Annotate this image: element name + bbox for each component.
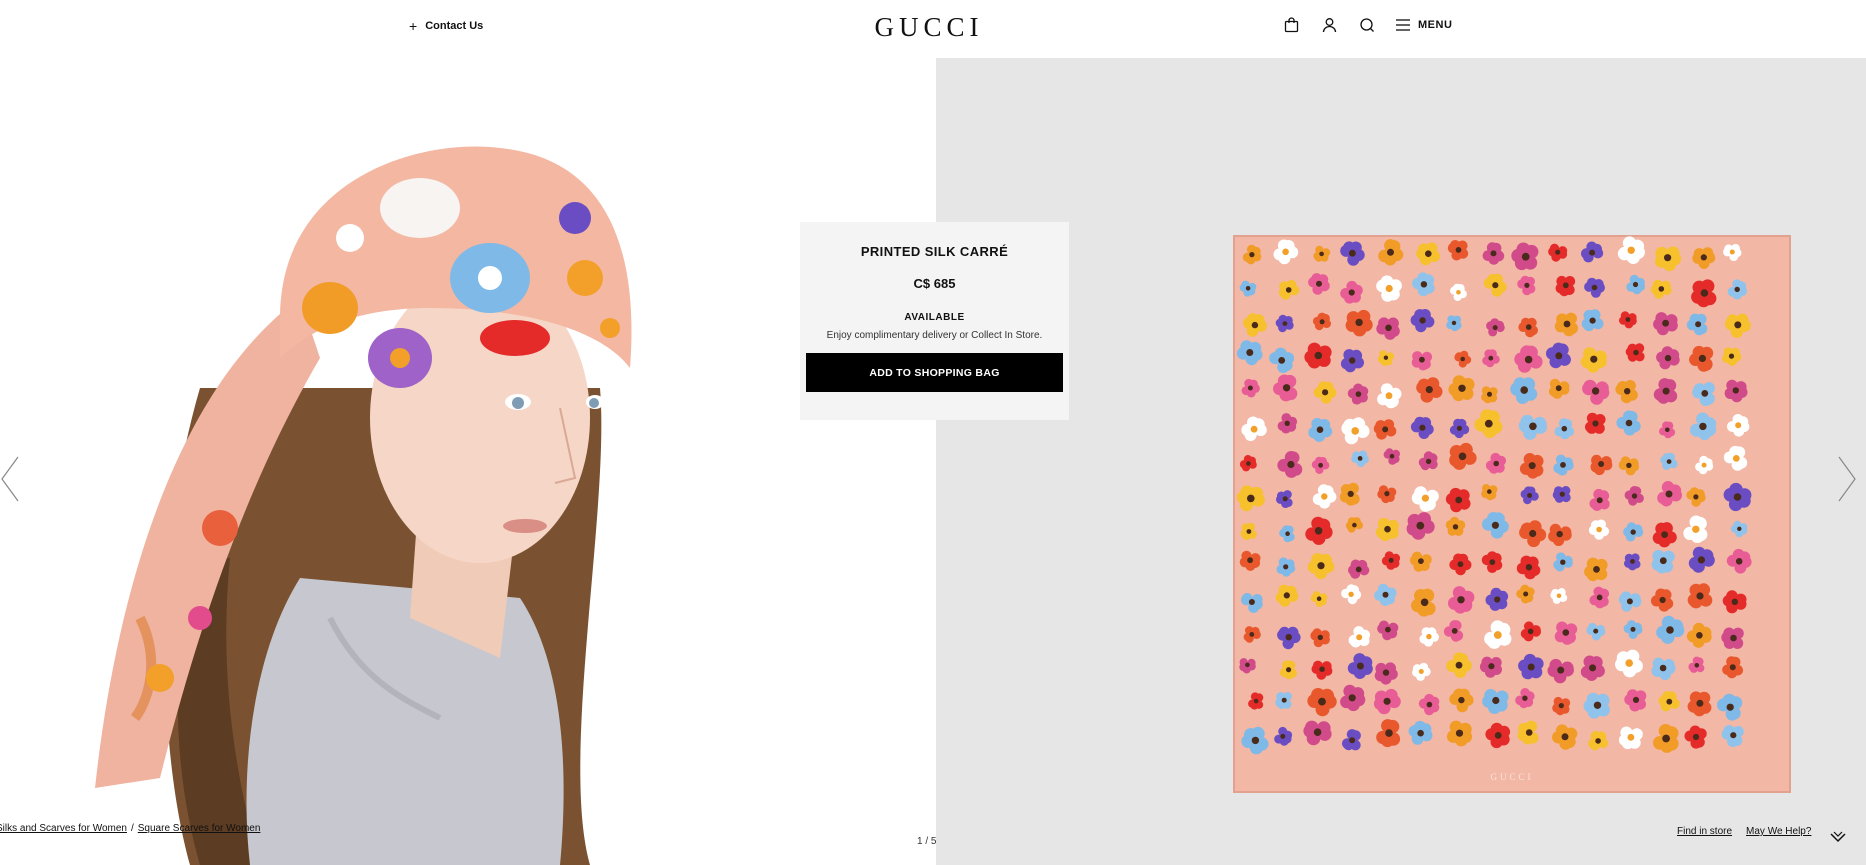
previous-image-button[interactable] xyxy=(0,455,20,503)
footer-links: Find in store May We Help? xyxy=(1677,826,1811,837)
shopping-bag-icon[interactable] xyxy=(1282,16,1300,34)
scarf-gucci-logo: GUCCI xyxy=(1490,772,1533,782)
add-to-bag-button[interactable]: ADD TO SHOPPING BAG xyxy=(806,353,1063,392)
find-in-store-link[interactable]: Find in store xyxy=(1677,826,1732,837)
menu-button[interactable]: MENU xyxy=(1396,19,1452,31)
breadcrumb-separator: / xyxy=(130,823,134,834)
scarf-product-image: GUCCI xyxy=(936,58,1866,865)
scroll-down-button[interactable] xyxy=(1829,829,1847,845)
breadcrumb: Silks and Scarves for Women / Square Sca… xyxy=(0,823,260,834)
header-nav: MENU xyxy=(1282,16,1452,34)
model-product-image xyxy=(0,58,936,865)
breadcrumb-item-silks-scarves[interactable]: Silks and Scarves for Women xyxy=(0,823,127,834)
plus-icon: + xyxy=(409,18,418,34)
contact-us-link[interactable]: + Contact Us xyxy=(409,18,484,34)
delivery-note: Enjoy complimentary delivery or Collect … xyxy=(826,330,1043,341)
gucci-logo[interactable]: GUCCI xyxy=(868,12,990,43)
breadcrumb-item-square-scarves[interactable]: Square Scarves for Women xyxy=(138,823,261,834)
product-price: C$ 685 xyxy=(913,276,956,291)
account-icon[interactable] xyxy=(1320,16,1338,34)
menu-label: MENU xyxy=(1418,19,1453,31)
hamburger-icon xyxy=(1396,19,1410,31)
chevron-left-icon xyxy=(1,456,19,502)
search-icon[interactable] xyxy=(1358,16,1376,34)
contact-us-label: Contact Us xyxy=(425,20,484,32)
chevron-down-icon xyxy=(1830,831,1846,843)
help-link[interactable]: May We Help? xyxy=(1746,826,1811,837)
image-counter: 1 / 5 xyxy=(917,836,937,847)
site-header: + Contact Us GUCCI MENU xyxy=(0,0,1866,58)
chevron-right-icon xyxy=(1838,456,1856,502)
availability-status: AVAILABLE xyxy=(904,312,965,323)
next-image-button[interactable] xyxy=(1837,455,1857,503)
product-info-card: PRINTED SILK CARRÉ C$ 685 AVAILABLE Enjo… xyxy=(800,222,1069,420)
product-title: PRINTED SILK CARRÉ xyxy=(860,244,1009,259)
